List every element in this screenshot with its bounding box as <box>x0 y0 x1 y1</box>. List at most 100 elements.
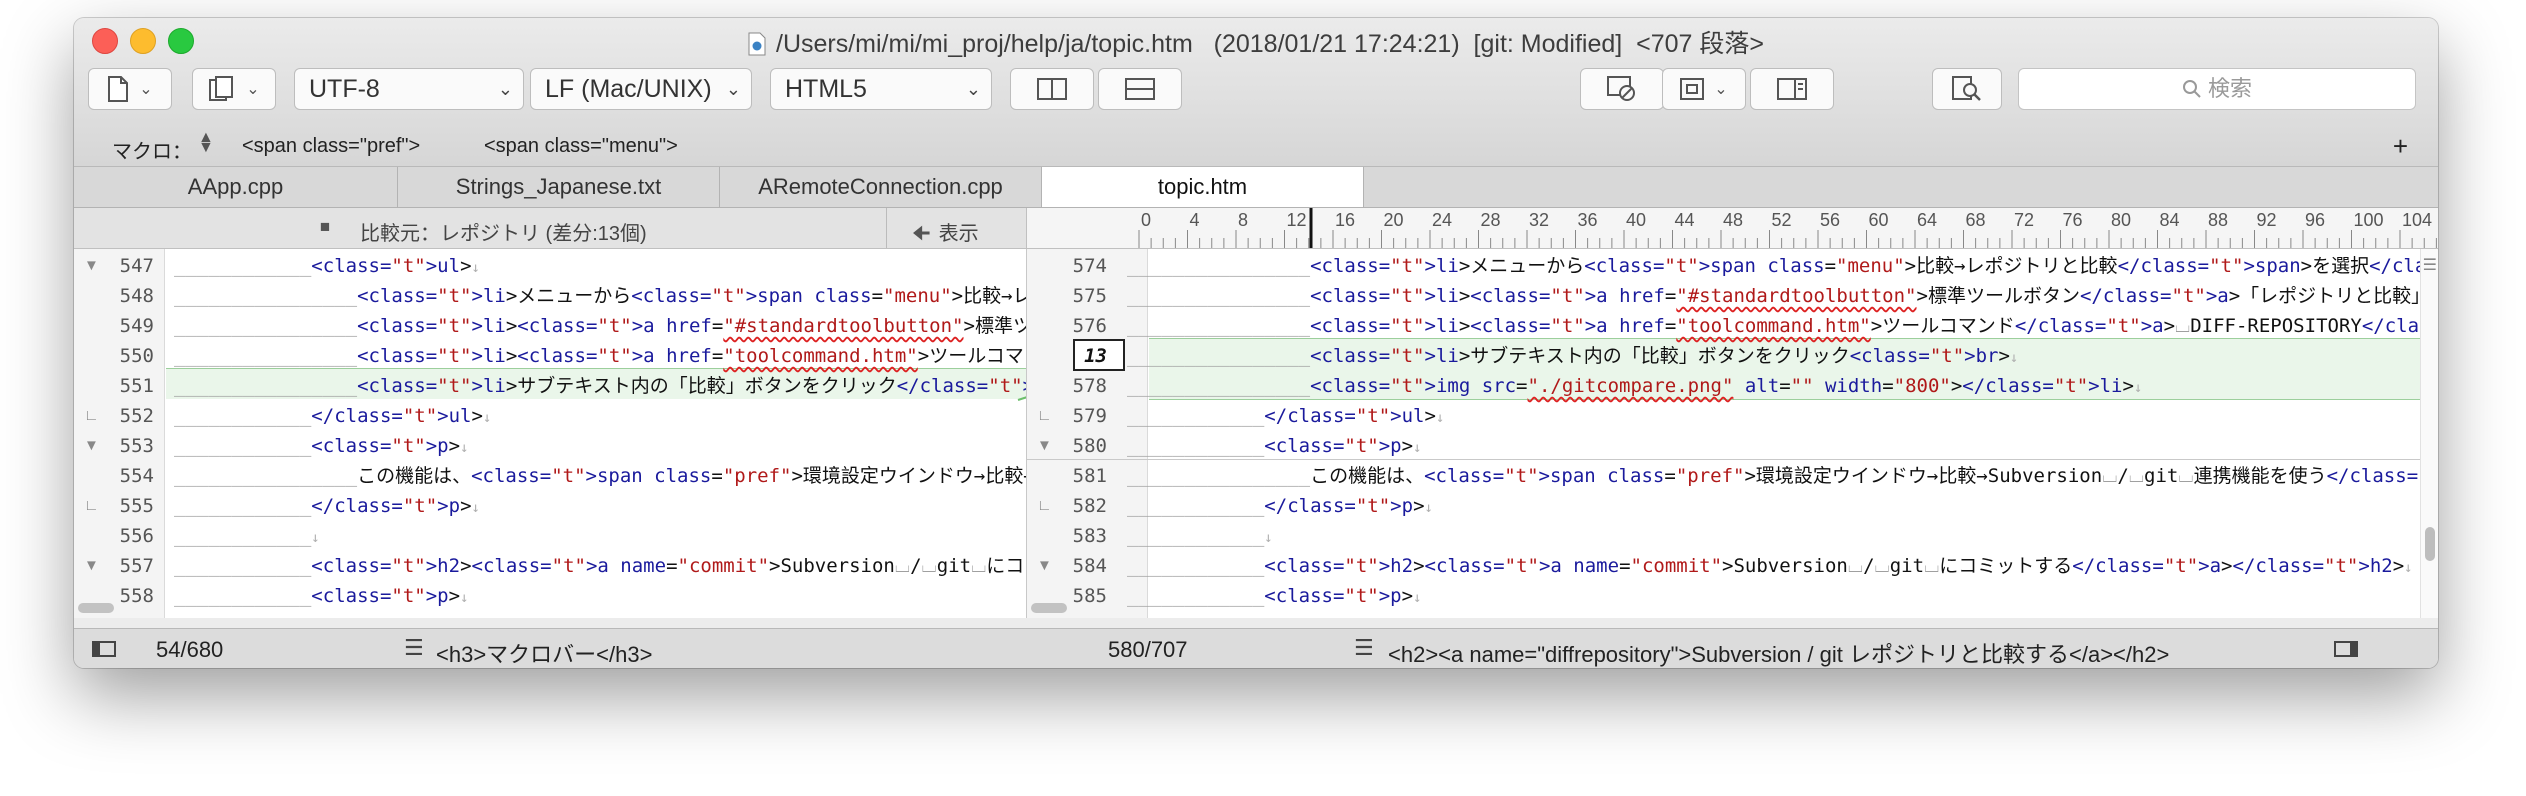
code-text: ________________<class="t">li>サブテキスト内の「比… <box>1127 345 2019 367</box>
vscroll-thumb[interactable] <box>2425 527 2435 561</box>
code-line[interactable]: 549 ________________<class="t">li><class=… <box>74 311 1026 341</box>
code-line[interactable]: 558 ____________<class="t">p>↓ <box>74 581 1026 611</box>
code-line[interactable]: ▼ 584 ____________<class="t">h2><class="t"… <box>1027 551 2438 581</box>
tab-strings-japanese[interactable]: Strings_Japanese.txt <box>398 167 720 207</box>
ruler-label: 52 <box>1772 210 1792 230</box>
split-vertical-icon <box>1037 78 1067 100</box>
line-number: 548 <box>119 285 154 307</box>
code-line[interactable]: 574 ________________<class="t">li>メニューから<… <box>1027 251 2438 281</box>
ruler-label: 64 <box>1917 210 1937 230</box>
vscroll-track[interactable] <box>2420 249 2438 618</box>
right-panel-icon[interactable] <box>2334 641 2358 657</box>
editor-window: /Users/mi/mi/mi_proj/help/ja/topic.htm (… <box>74 18 2438 668</box>
new-document-button[interactable]: ⌄ <box>88 68 172 110</box>
ruler-label: 44 <box>1675 210 1695 230</box>
ruler-label: 4 <box>1190 210 1200 230</box>
code-text: ________________<class="t">li><class="t"… <box>1127 315 2438 337</box>
code-line[interactable]: ∟ 552 ____________</class="t">ul>↓ <box>74 401 1026 431</box>
chevron-down-icon: ⌄ <box>246 81 260 98</box>
column-ruler: 0 4 8 12 16 20 24 28 32 36 40 44 48 52 56 60 64 68 72 76 80 8… <box>1026 208 2438 249</box>
macro-label: マクロ： <box>112 141 192 163</box>
line-number: 584 <box>1072 555 1107 577</box>
right-heading[interactable]: <h2><a name="diffrepository">Subversion … <box>1388 637 2169 668</box>
split-horizontal-button[interactable] <box>1098 68 1182 110</box>
code-line[interactable]: ▼ 580 ____________<class="t">p>↓ <box>1027 431 2438 461</box>
map-icon: ☰ <box>2422 257 2437 274</box>
code-line[interactable]: ∟ 582 ____________</class="t">p>↓ <box>1027 491 2438 521</box>
code-line[interactable]: 554 ________________この機能は、<class="t">span… <box>74 461 1026 491</box>
code-line[interactable]: 551 ________________<class="t">li>サブテキスト内… <box>74 371 1026 401</box>
macro-item[interactable]: <span class="menu"> <box>484 135 678 158</box>
diff-toggle-button[interactable] <box>1580 68 1664 110</box>
code-text: ________________この機能は、<class="t">span cl… <box>1127 465 2438 487</box>
code-line[interactable]: 575 ________________<class="t">li><class=… <box>1027 281 2438 311</box>
repository-icon: ⏹ <box>320 216 330 238</box>
code-line[interactable]: 548 ________________<class="t">li>メニューから<… <box>74 281 1026 311</box>
code-line[interactable]: 13 ________________<class="t">li>サブテキスト内の… <box>1027 341 2438 371</box>
code-line[interactable]: 585 ____________<class="t">p>↓ <box>1027 581 2438 611</box>
code-text: ________________この機能は、<class="t">span cl… <box>174 465 1026 487</box>
ruler-label: 92 <box>2257 210 2277 230</box>
search-field[interactable]: 検索 <box>2018 68 2416 110</box>
diff-bar-divider <box>886 208 887 248</box>
macro-item[interactable]: <span class="pref"> <box>242 135 420 158</box>
find-in-files-button[interactable] <box>1932 68 2002 110</box>
sidebar-toggle-button[interactable] <box>1750 68 1834 110</box>
encoding-select[interactable]: UTF-8 ⌄ <box>294 68 524 110</box>
ruler-label: 100 <box>2354 210 2384 230</box>
right-diff-pane[interactable]: 574 ________________<class="t">li>メニューから<… <box>1026 249 2438 618</box>
code-text: ________________<class="t">li>メニューから<cla… <box>174 285 1026 307</box>
ruler-label: 76 <box>2063 210 2083 230</box>
line-number: 575 <box>1072 285 1107 307</box>
code-line[interactable]: 578 ________________<class="t">img src=".… <box>1027 371 2438 401</box>
list-icon: ☰ <box>1354 635 1374 660</box>
code-text: ________________<class="t">li>メニューから<cla… <box>1127 255 2438 277</box>
right-hscroll-thumb[interactable] <box>1031 603 1067 613</box>
split-vertical-button[interactable] <box>1010 68 1094 110</box>
open-document-button[interactable]: ⌄ <box>192 68 276 110</box>
code-line[interactable]: ∟ 555 ____________</class="t">p>↓ <box>74 491 1026 521</box>
code-line[interactable]: 576 ________________<class="t">li><class=… <box>1027 311 2438 341</box>
tab-aapp[interactable]: AApp.cpp <box>74 167 398 207</box>
chevron-down-icon: ⌄ <box>965 79 981 99</box>
left-hscroll-thumb[interactable] <box>78 603 114 613</box>
tab-bar: AApp.cpp Strings_Japanese.txt ARemoteCon… <box>74 167 2438 208</box>
code-text: ____________<class="t">p>↓ <box>174 435 469 457</box>
line-number: 578 <box>1072 375 1107 397</box>
code-line[interactable]: ▼ 557 ____________<class="t">h2><class="t"… <box>74 551 1026 581</box>
tab-topic[interactable]: topic.htm <box>1042 167 1364 207</box>
ruler-label: 68 <box>1966 210 1986 230</box>
chevron-down-icon: ⌄ <box>1714 81 1728 98</box>
code-line[interactable]: 550 ________________<class="t">li><class=… <box>74 341 1026 371</box>
mode-select[interactable]: HTML5 ⌄ <box>770 68 992 110</box>
list-icon: ☰ <box>404 635 424 660</box>
code-line[interactable]: ▼ 547 ____________<class="t">ul>↓ <box>74 251 1026 281</box>
code-line[interactable]: ▼ 553 ____________<class="t">p>↓ <box>74 431 1026 461</box>
code-text: ____________</class="t">p>↓ <box>174 495 480 517</box>
code-line[interactable]: 583 ____________↓ <box>1027 521 2438 551</box>
code-text: ________________<class="t">li><class="t"… <box>174 345 1026 367</box>
macro-add-button[interactable]: + <box>2393 131 2408 162</box>
ruler-label: 36 <box>1578 210 1598 230</box>
code-text: ________________<class="t">li>サブテキスト内の「比… <box>174 375 1026 397</box>
chevron-down-icon: ⌄ <box>725 79 741 99</box>
ruler-label: 56 <box>1820 210 1840 230</box>
code-text: ________________<class="t">li><class="t"… <box>1127 285 2438 307</box>
show-diff-button[interactable]: 🠈 表示 <box>912 217 979 253</box>
code-line[interactable]: 556 ____________↓ <box>74 521 1026 551</box>
line-number: 582 <box>1072 495 1107 517</box>
left-position: 54/680 <box>156 637 224 662</box>
line-number: 550 <box>119 345 154 367</box>
new-document-icon <box>108 76 129 102</box>
tab-aremoteconnection[interactable]: ARemoteConnection.cpp <box>720 167 1042 207</box>
macro-sort-icon[interactable]: ▲ ▼ <box>198 130 214 156</box>
line-number: 547 <box>119 255 154 277</box>
line-ending-select[interactable]: LF (Mac/UNIX) ⌄ <box>530 68 752 110</box>
view-menu-button[interactable]: ⌄ <box>1662 68 1746 110</box>
left-heading[interactable]: <h3>マクロバー</h3> <box>436 637 652 668</box>
code-text: ____________<class="t">p>↓ <box>174 585 469 607</box>
code-line[interactable]: ∟ 579 ____________</class="t">ul>↓ <box>1027 401 2438 431</box>
left-diff-pane[interactable]: ▼ 547 ____________<class="t">ul>↓ 548 ______… <box>74 249 1026 618</box>
code-line[interactable]: 581 ________________この機能は、<class="t">span… <box>1027 461 2438 491</box>
sidebar-toggle-icon[interactable] <box>92 641 116 657</box>
